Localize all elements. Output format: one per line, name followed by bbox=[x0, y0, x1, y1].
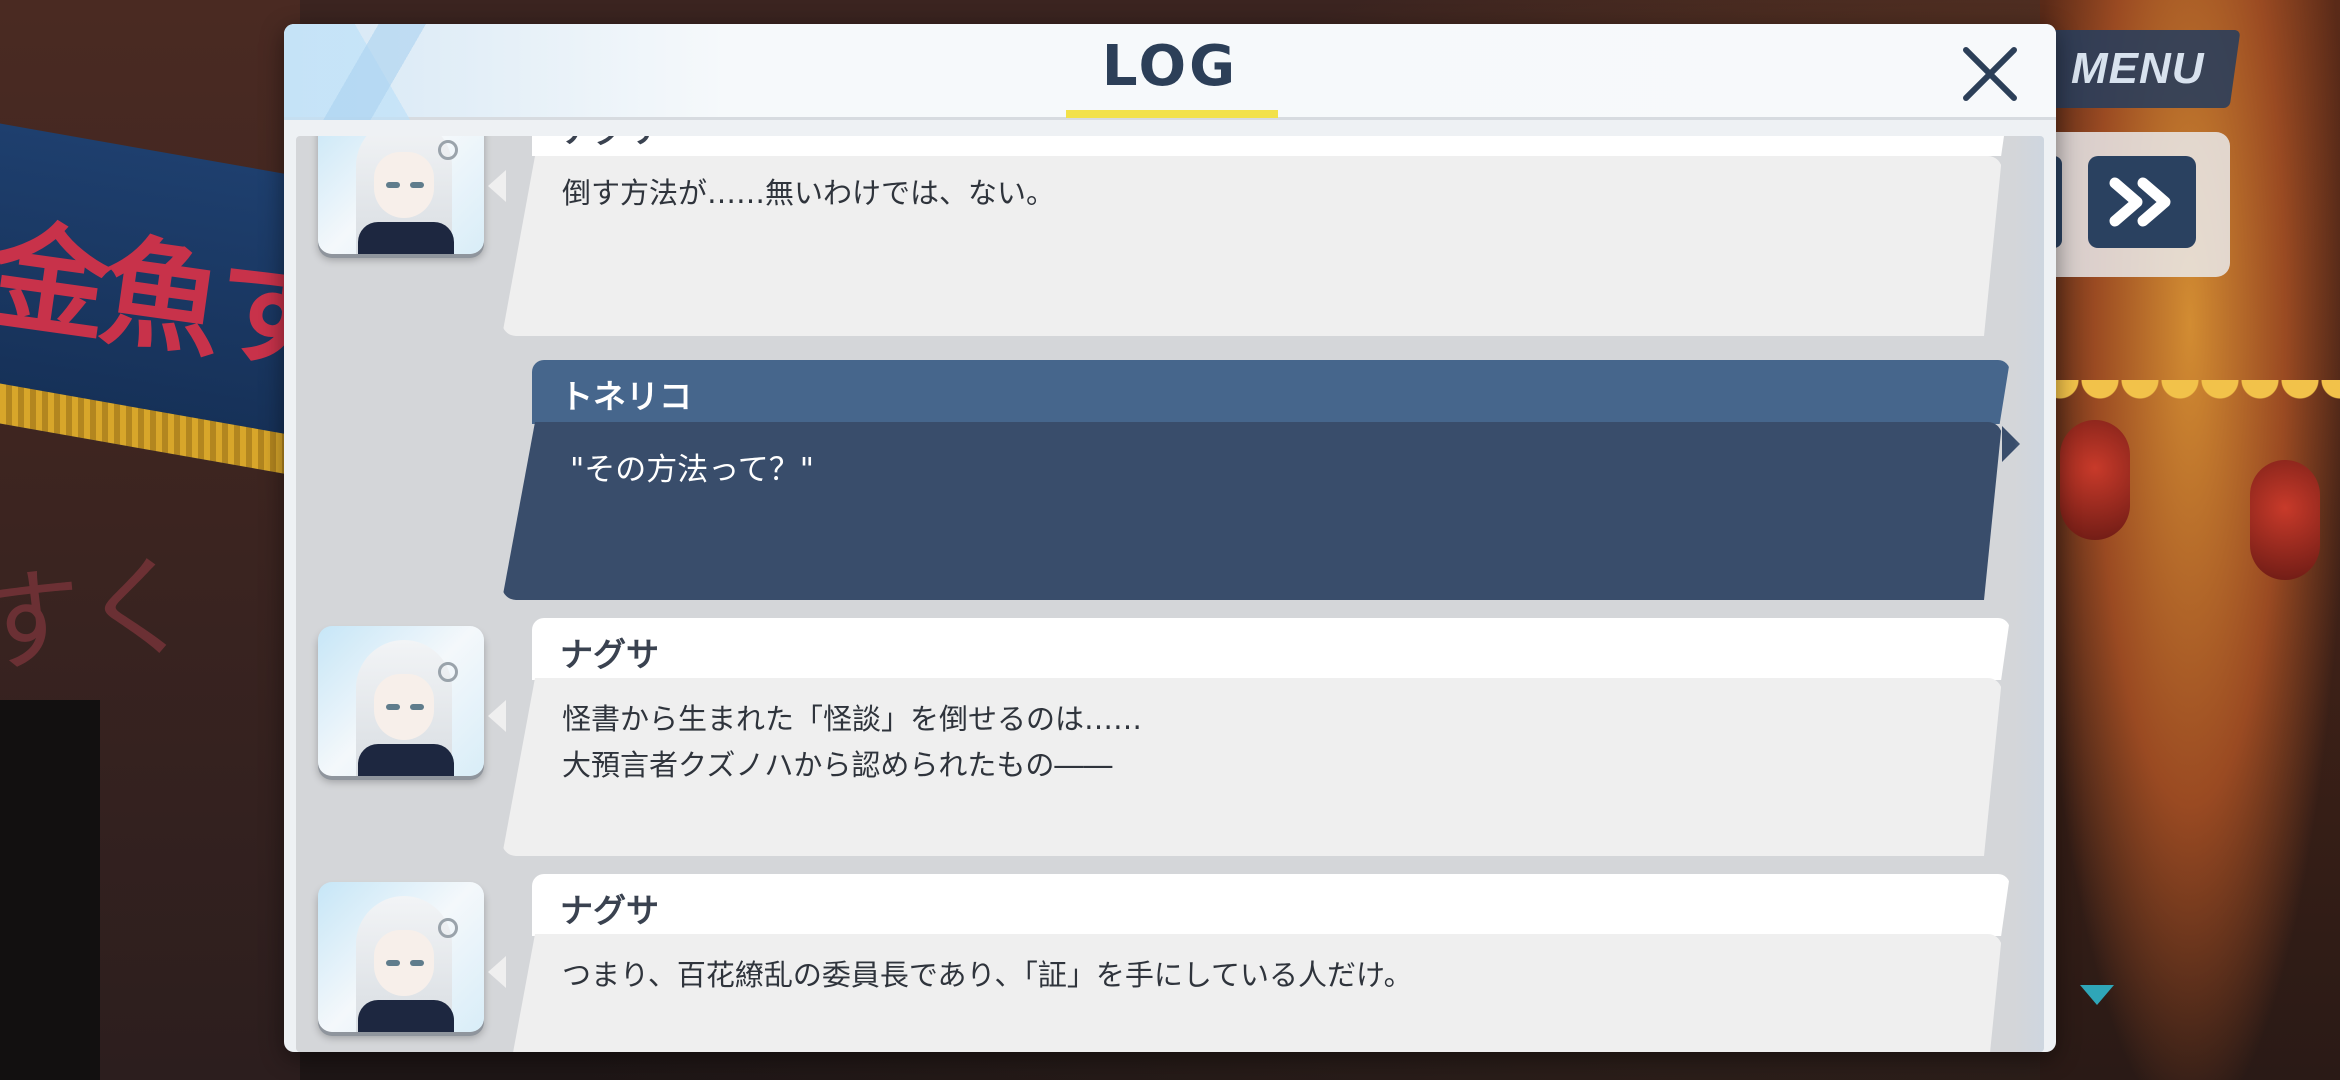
log-dialog: LOG ナグサ 倒す方法が……無いわけでは、ない。 bbox=[284, 24, 2056, 1052]
scroll-edge-fade bbox=[2014, 136, 2044, 1052]
message-text: 怪書から生まれた「怪談」を倒せるのは…… 大預言者クズノハから認められたもの―― bbox=[562, 702, 1143, 782]
title-underline bbox=[1066, 110, 1278, 118]
message-bubble: つまり、百花繚乱の委員長であり、「証」を手にしている人だけ。 bbox=[502, 934, 2002, 1052]
menu-button[interactable]: MENU bbox=[2034, 30, 2241, 108]
avatar bbox=[318, 882, 484, 1032]
message-text: 倒す方法が……無いわけでは、ない。 bbox=[562, 176, 1056, 210]
background-shadow bbox=[0, 700, 100, 1080]
message-bubble: 怪書から生まれた「怪談」を倒せるのは…… 大預言者クズノハから認められたもの―― bbox=[502, 678, 2002, 856]
log-header: LOG bbox=[284, 24, 2056, 120]
message-text: "その方法って？" bbox=[570, 452, 814, 488]
speaker-name-bar: ナグサ bbox=[532, 618, 2010, 680]
skip-button[interactable] bbox=[2088, 156, 2196, 248]
close-x-icon bbox=[1963, 47, 2017, 101]
lantern-icon bbox=[2250, 460, 2320, 580]
close-button[interactable] bbox=[1958, 42, 2022, 106]
speaker-name-bar: ナグサ bbox=[532, 874, 2010, 936]
scroll-down-indicator-icon bbox=[2080, 985, 2114, 1005]
bubble-tail bbox=[488, 700, 506, 732]
avatar bbox=[318, 136, 484, 254]
message-text: つまり、百花繚乱の委員長であり、「証」を手にしている人だけ。 bbox=[562, 958, 1413, 992]
double-chevron-right-icon bbox=[2109, 177, 2171, 227]
bubble-tail bbox=[488, 956, 506, 988]
background-left-stall: 金魚す すくい bbox=[0, 0, 300, 1080]
player-name-bar: トネリコ bbox=[532, 360, 2010, 424]
avatar bbox=[318, 626, 484, 776]
speaker-name: ナグサ bbox=[560, 136, 659, 152]
log-scroll-area[interactable]: ナグサ 倒す方法が……無いわけでは、ない。 トネリコ "その方法って？" bbox=[296, 136, 2044, 1052]
log-title: LOG bbox=[1101, 34, 1239, 99]
message-bubble: 倒す方法が……無いわけでは、ない。 bbox=[502, 156, 2002, 336]
bubble-tail bbox=[488, 170, 506, 202]
menu-button-label: MENU bbox=[2070, 44, 2205, 93]
speaker-name: トネリコ bbox=[560, 377, 692, 416]
speaker-name: ナグサ bbox=[560, 891, 659, 930]
speaker-name: ナグサ bbox=[560, 635, 659, 674]
player-message-bubble: "その方法って？" bbox=[502, 422, 2002, 600]
speaker-name-bar: ナグサ bbox=[532, 136, 2010, 156]
lantern-icon bbox=[2060, 420, 2130, 540]
